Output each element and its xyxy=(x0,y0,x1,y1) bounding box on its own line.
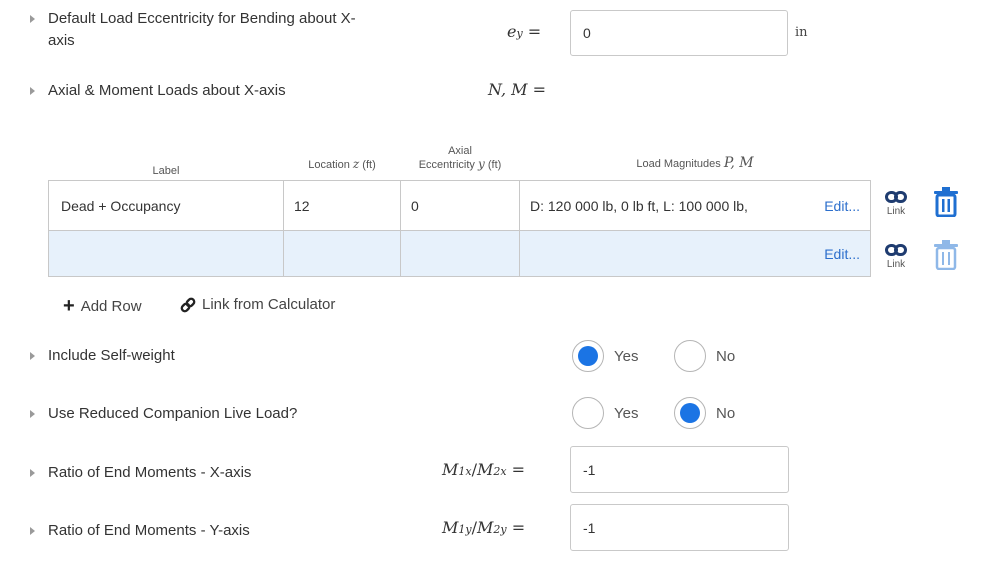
header-location: Location z (ft) xyxy=(308,157,376,172)
self-weight-yes-label: Yes xyxy=(614,347,639,365)
chain-link-icon xyxy=(885,244,907,256)
reduced-live-no-radio[interactable]: No xyxy=(674,397,735,429)
radio-circle xyxy=(572,340,604,372)
ratio-y-label: Ratio of End Moments - Y-axis xyxy=(48,522,250,539)
axial-loads-label: Axial & Moment Loads about X-axis xyxy=(48,82,286,99)
link-label: Link xyxy=(886,259,906,270)
edit-link[interactable]: Edit... xyxy=(824,198,860,214)
expand-caret-icon[interactable] xyxy=(30,87,35,95)
self-weight-no-radio[interactable]: No xyxy=(674,340,735,372)
axial-loads-symbol: N, M = xyxy=(488,80,547,99)
radio-circle xyxy=(674,340,706,372)
link-button[interactable]: Link xyxy=(881,190,911,217)
link-from-calculator-label: Link from Calculator xyxy=(202,296,336,313)
plus-icon: + xyxy=(63,295,75,317)
eccentricity-symbol: ey = xyxy=(507,22,542,41)
trash-icon[interactable] xyxy=(932,240,960,270)
header-label: Label xyxy=(152,165,180,177)
edit-link[interactable]: Edit... xyxy=(824,246,860,262)
self-weight-no-label: No xyxy=(716,347,736,365)
cell-label[interactable] xyxy=(48,230,284,277)
reduced-live-yes-label: Yes xyxy=(614,404,639,422)
cell-location[interactable]: 12 xyxy=(283,180,401,231)
link-label: Link xyxy=(886,206,906,217)
ratio-x-label: Ratio of End Moments - X-axis xyxy=(48,464,252,481)
header-load-magnitudes: Load Magnitudes P, M xyxy=(636,155,754,171)
self-weight-yes-radio[interactable]: Yes xyxy=(572,340,638,372)
ratio-y-input[interactable]: -1 xyxy=(570,504,789,551)
add-row-button[interactable]: + Add Row xyxy=(63,296,142,316)
eccentricity-label-line2: axis xyxy=(48,32,75,49)
trash-icon[interactable] xyxy=(932,187,960,217)
eccentricity-input[interactable]: 0 xyxy=(570,10,788,56)
expand-caret-icon[interactable] xyxy=(30,15,35,23)
link-from-calculator-button[interactable]: Link from Calculator xyxy=(180,296,335,313)
radio-circle xyxy=(674,397,706,429)
ratio-y-symbol: M1y/M2y = xyxy=(442,518,526,537)
expand-caret-icon[interactable] xyxy=(30,410,35,418)
eccentricity-label-line1: Default Load Eccentricity for Bending ab… xyxy=(48,10,356,27)
loads-text: D: 120 000 lb, 0 lb ft, L: 100 000 lb, xyxy=(530,197,748,214)
reduced-live-no-label: No xyxy=(716,404,736,422)
reduced-live-label: Use Reduced Companion Live Load? xyxy=(48,405,298,422)
radio-circle xyxy=(572,397,604,429)
eccentricity-label: Default Load Eccentricity for Bending ab… xyxy=(48,8,428,52)
cell-eccentricity[interactable]: 0 xyxy=(400,180,520,231)
chain-link-icon xyxy=(885,191,907,203)
cell-loads[interactable]: D: 120 000 lb, 0 lb ft, L: 100 000 lb, E… xyxy=(519,180,871,231)
cell-loads[interactable]: Edit... xyxy=(519,230,871,277)
eccentricity-unit: in xyxy=(795,25,808,40)
expand-caret-icon[interactable] xyxy=(30,527,35,535)
cell-location[interactable] xyxy=(283,230,401,277)
expand-caret-icon[interactable] xyxy=(30,352,35,360)
self-weight-label: Include Self-weight xyxy=(48,347,175,364)
header-eccentricity: Axial Eccentricity y (ft) xyxy=(418,145,502,171)
cell-eccentricity[interactable] xyxy=(400,230,520,277)
add-row-label: Add Row xyxy=(80,297,142,315)
radio-dot xyxy=(680,403,700,423)
link-button[interactable]: Link xyxy=(881,243,911,270)
expand-caret-icon[interactable] xyxy=(30,469,35,477)
cell-label[interactable]: Dead + Occupancy xyxy=(48,180,284,231)
reduced-live-yes-radio[interactable]: Yes xyxy=(572,397,638,429)
ratio-x-input[interactable]: -1 xyxy=(570,446,789,493)
link-icon xyxy=(180,297,196,312)
ratio-x-symbol: M1x/M2x = xyxy=(442,460,526,479)
radio-dot xyxy=(578,346,598,366)
